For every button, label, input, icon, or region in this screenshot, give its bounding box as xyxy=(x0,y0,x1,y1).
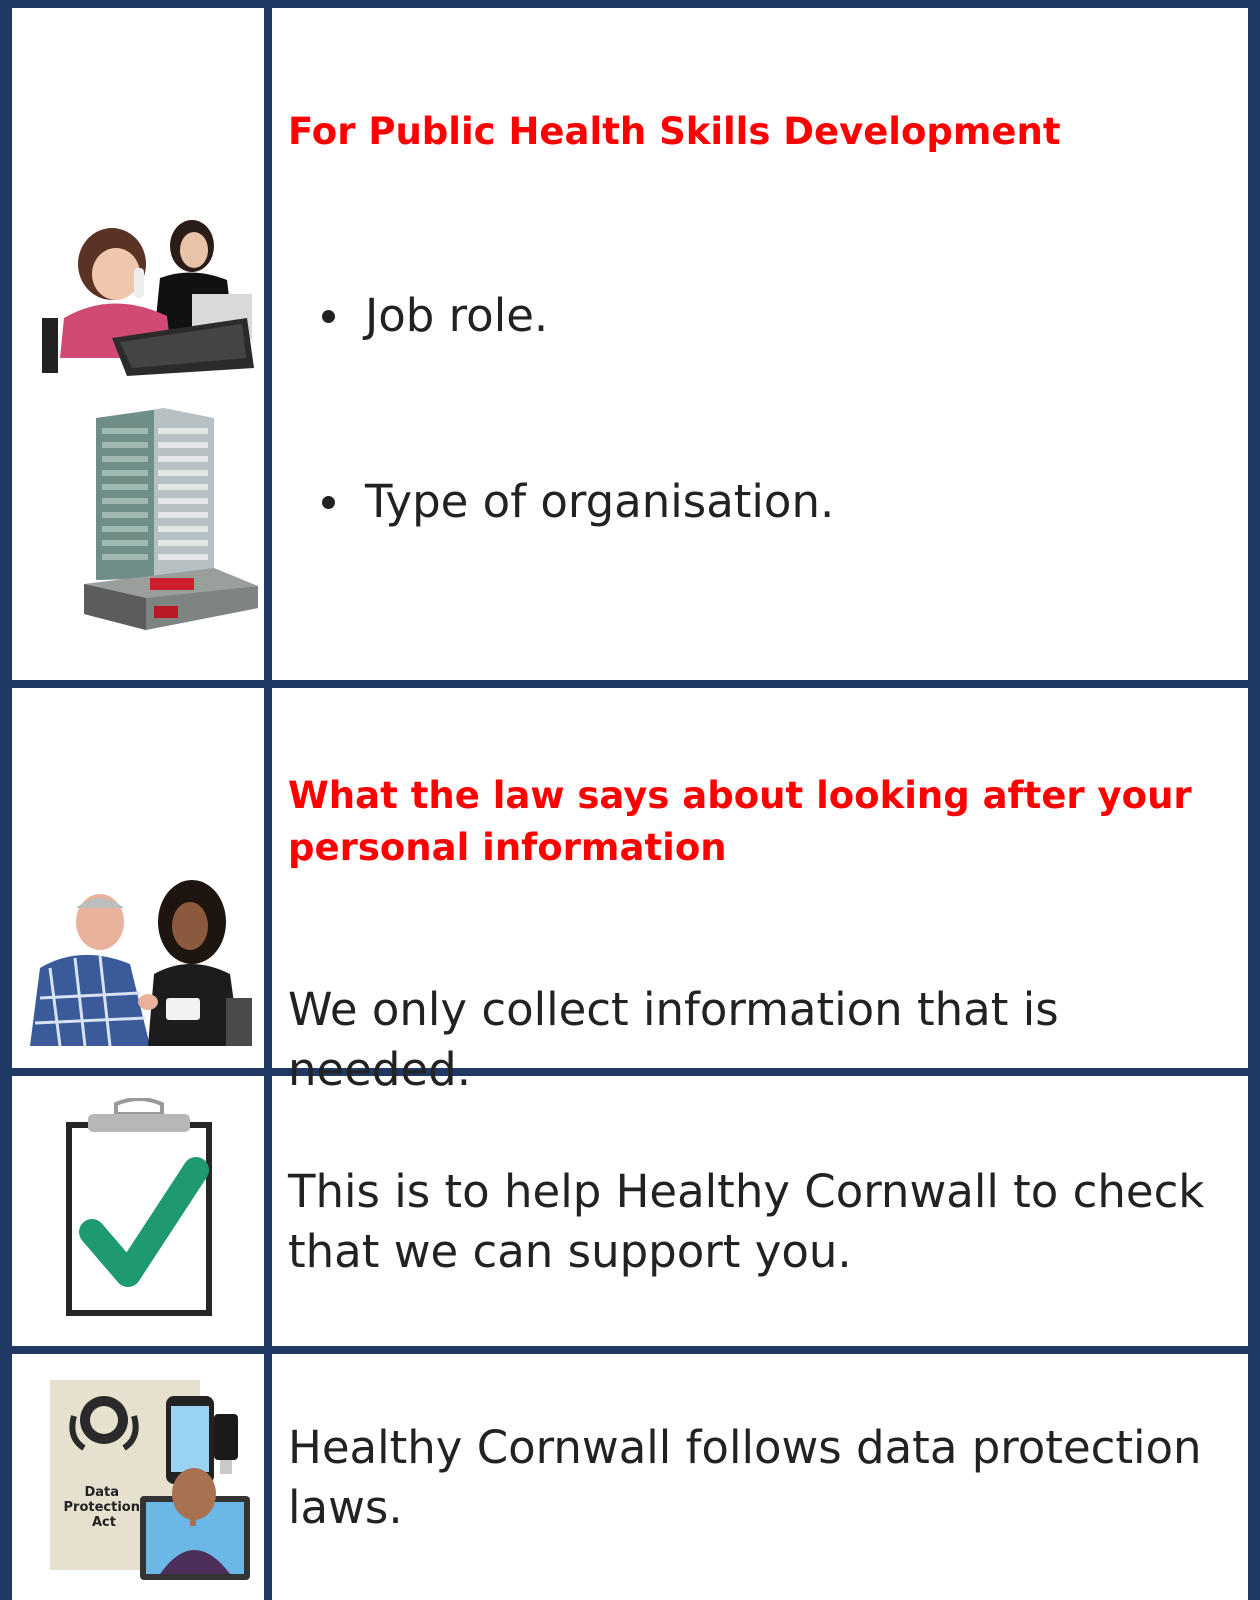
bullet-organisation-type: Type of organisation. xyxy=(322,472,834,532)
bullet-job-role: Job role. xyxy=(322,286,548,346)
row-divider xyxy=(0,1346,1260,1354)
office-building-image xyxy=(84,408,258,634)
data-protection-label-line: Act xyxy=(92,1515,116,1530)
row3-text: This is to help Healthy Cornwall to chec… xyxy=(288,1165,1205,1278)
two-people-talking-image xyxy=(30,878,252,1047)
data-protection-image: Data Protection Act xyxy=(44,1376,256,1584)
row4-text: Healthy Cornwall follows data protection… xyxy=(288,1421,1202,1534)
table-border-top xyxy=(0,0,1260,8)
data-protection-label-line: Data xyxy=(84,1485,119,1500)
bullet-text: Type of organisation. xyxy=(365,475,835,528)
row2-content: What the law says about looking after yo… xyxy=(288,770,1238,874)
clipboard-check-icon xyxy=(62,1097,216,1320)
row1-content: For Public Health Skills Development xyxy=(288,106,1238,158)
table-border-right xyxy=(1248,0,1260,1600)
woman-phone-computer-image xyxy=(42,208,254,378)
table-border-left xyxy=(0,0,12,1600)
section-heading-skills: For Public Health Skills Development xyxy=(288,110,1061,153)
bullet-dot xyxy=(322,495,335,509)
data-protection-label-line: Protection xyxy=(64,1500,140,1515)
section-heading-law: What the law says about looking after yo… xyxy=(288,774,1192,869)
bullet-dot xyxy=(322,309,335,323)
bullet-text: Job role. xyxy=(365,289,549,342)
column-divider xyxy=(264,0,272,1600)
row-divider xyxy=(0,680,1260,688)
row2-text: We only collect information that is need… xyxy=(288,983,1059,1096)
easy-read-table: For Public Health Skills Development Job… xyxy=(0,0,1260,1600)
